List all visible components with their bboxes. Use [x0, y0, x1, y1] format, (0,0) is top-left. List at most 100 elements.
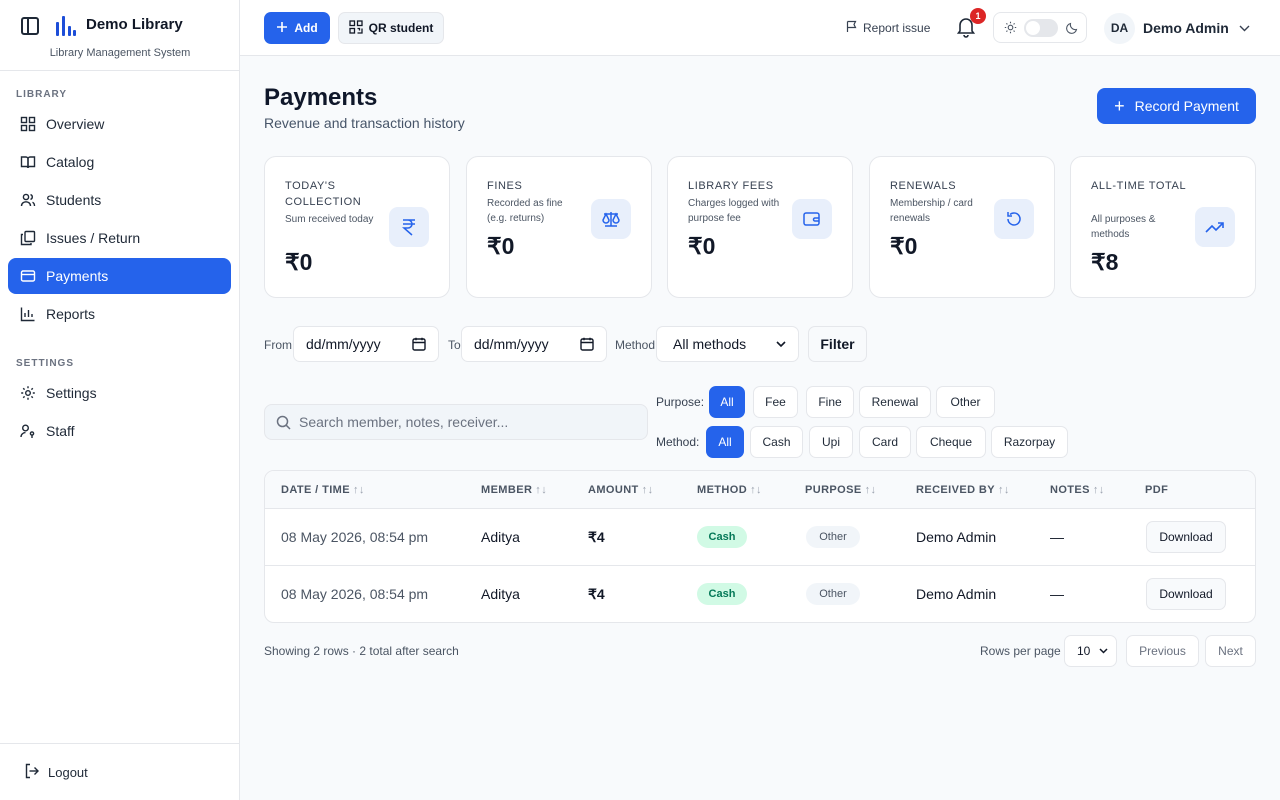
sidebar: Demo Library Library Management System L…: [0, 0, 240, 800]
method-chip-razorpay[interactable]: Razorpay: [991, 426, 1068, 458]
purpose-chip-fine[interactable]: Fine: [806, 386, 854, 418]
download-pdf-button[interactable]: Download: [1146, 578, 1226, 610]
user-menu[interactable]: DA Demo Admin: [1104, 12, 1250, 44]
sidebar-item-staff[interactable]: Staff: [8, 413, 231, 449]
add-button[interactable]: Add: [264, 12, 330, 44]
cell-amount: ₹4: [588, 529, 605, 545]
flag-icon: [846, 20, 863, 36]
sidebar-item-label: Catalog: [46, 154, 95, 170]
payments-table: DATE / TIME ↑↓ MEMBER ↑↓ AMOUNT ↑↓ METHOD ↑↓…: [264, 470, 1256, 623]
plus-icon: [276, 21, 294, 36]
cell-notes: —: [1050, 586, 1064, 602]
search-input[interactable]: Search member, notes, receiver...: [264, 404, 648, 440]
method-select[interactable]: All methods: [656, 326, 799, 362]
sidebar-toggle-icon[interactable]: [21, 17, 39, 35]
record-payment-label: Record Payment: [1134, 98, 1239, 114]
column-header-method[interactable]: METHOD ↑↓: [697, 484, 762, 496]
plus-icon: +: [1114, 95, 1125, 116]
stat-card-title: RENEWALS: [890, 180, 957, 192]
method-label: Method: [615, 338, 656, 352]
logout-icon: [24, 763, 48, 782]
from-label: From: [264, 338, 292, 352]
column-header-datetime[interactable]: DATE / TIME ↑↓: [281, 484, 365, 496]
method-chip-cheque[interactable]: Cheque: [916, 426, 986, 458]
scale-icon: [591, 199, 631, 239]
purpose-chip-other[interactable]: Other: [936, 386, 995, 418]
user-name: Demo Admin: [1143, 20, 1229, 36]
method-select-value: All methods: [673, 336, 747, 352]
sidebar-item-reports[interactable]: Reports: [8, 296, 231, 332]
sidebar-item-label: Overview: [46, 116, 105, 132]
chevron-down-icon: [1239, 19, 1250, 37]
purpose-chip-renewal[interactable]: Renewal: [859, 386, 931, 418]
sidebar-item-overview[interactable]: Overview: [8, 106, 231, 142]
section-label-settings: SETTINGS: [16, 358, 75, 369]
purpose-filter-label: Purpose:: [656, 395, 705, 409]
brand-tagline: Library Management System: [49, 47, 191, 59]
method-chip-card[interactable]: Card: [859, 426, 911, 458]
sidebar-item-label: Students: [46, 192, 102, 208]
add-button-label: Add: [294, 21, 318, 35]
stat-card-title: TODAY'S COLLECTION: [285, 180, 362, 208]
next-page-button[interactable]: Next: [1205, 635, 1256, 667]
purpose-chip-all[interactable]: All: [709, 386, 745, 418]
notification-bell-button[interactable]: 1: [956, 8, 986, 38]
chevron-down-icon: [1099, 648, 1108, 654]
sidebar-item-label: Issues / Return: [46, 230, 141, 246]
to-label: To: [448, 338, 461, 352]
column-header-pdf: PDF: [1145, 484, 1169, 496]
download-pdf-button[interactable]: Download: [1146, 521, 1226, 553]
sidebar-item-payments[interactable]: Payments: [8, 258, 231, 294]
cell-received-by: Demo Admin: [916, 529, 997, 545]
column-header-member[interactable]: MEMBER ↑↓: [481, 484, 547, 496]
stat-card-subtitle: Membership / card renewals: [890, 198, 973, 224]
logout-button[interactable]: Logout: [0, 743, 239, 800]
cell-member: Aditya: [481, 586, 520, 602]
search-icon: [276, 415, 291, 430]
copy-icon: [20, 230, 36, 246]
rows-per-page-select[interactable]: 10: [1064, 635, 1117, 667]
table-row: 08 May 2026, 08:54 pm Aditya ₹4 Cash Oth…: [265, 509, 1255, 566]
stat-card-library-fees: LIBRARY FEES Charges logged with purpose…: [667, 156, 853, 298]
column-header-purpose[interactable]: PURPOSE ↑↓: [805, 484, 876, 496]
section-label-library: LIBRARY: [16, 89, 68, 100]
previous-page-button[interactable]: Previous: [1126, 635, 1199, 667]
from-date-input[interactable]: dd/mm/yyyy: [293, 326, 439, 362]
purpose-chip-fee[interactable]: Fee: [753, 386, 798, 418]
theme-toggle: [993, 12, 1087, 43]
stat-card-subtitle: Charges logged with purpose fee: [688, 198, 780, 224]
method-chip-upi[interactable]: Upi: [809, 426, 853, 458]
report-issue-link[interactable]: Report issue: [846, 20, 930, 36]
rows-per-page-label: Rows per page: [980, 644, 1061, 658]
method-badge: Cash: [697, 526, 747, 548]
brand-header: Demo Library Library Management System: [0, 0, 239, 71]
sidebar-item-settings[interactable]: Settings: [8, 375, 231, 411]
theme-switch[interactable]: [1024, 19, 1058, 37]
column-header-amount[interactable]: AMOUNT ↑↓: [588, 484, 653, 496]
method-chip-all[interactable]: All: [706, 426, 744, 458]
bell-icon: [956, 18, 976, 42]
wallet-icon: [792, 199, 832, 239]
method-badge: Cash: [697, 583, 747, 605]
filter-button[interactable]: Filter: [808, 326, 867, 362]
credit-card-icon: [20, 268, 36, 284]
topbar: Add QR student Report issue 1 DA Demo Ad…: [240, 0, 1280, 56]
sidebar-item-label: Staff: [46, 423, 75, 439]
stat-card-fines: FINES Recorded as fine (e.g. returns) ₹0: [466, 156, 652, 298]
showing-rows-text: Showing 2 rows · 2 total after search: [264, 644, 459, 658]
sidebar-item-label: Reports: [46, 306, 96, 322]
method-filter-label: Method:: [656, 435, 700, 449]
sidebar-item-label: Payments: [46, 268, 109, 284]
sidebar-item-students[interactable]: Students: [8, 182, 231, 218]
stat-card-all-time-total: ALL-TIME TOTAL All purposes & methods ₹8: [1070, 156, 1256, 298]
stat-card-value: ₹0: [285, 249, 313, 275]
column-header-received-by[interactable]: RECEIVED BY ↑↓: [916, 484, 1010, 496]
sidebar-item-catalog[interactable]: Catalog: [8, 144, 231, 180]
record-payment-button[interactable]: + Record Payment: [1097, 88, 1256, 124]
to-date-input[interactable]: dd/mm/yyyy: [461, 326, 607, 362]
method-chip-cash[interactable]: Cash: [750, 426, 803, 458]
sidebar-item-issues-return[interactable]: Issues / Return: [8, 220, 231, 256]
column-header-notes[interactable]: NOTES ↑↓: [1050, 484, 1105, 496]
qr-student-button[interactable]: QR student: [338, 12, 444, 44]
page-title: Payments: [264, 84, 378, 111]
